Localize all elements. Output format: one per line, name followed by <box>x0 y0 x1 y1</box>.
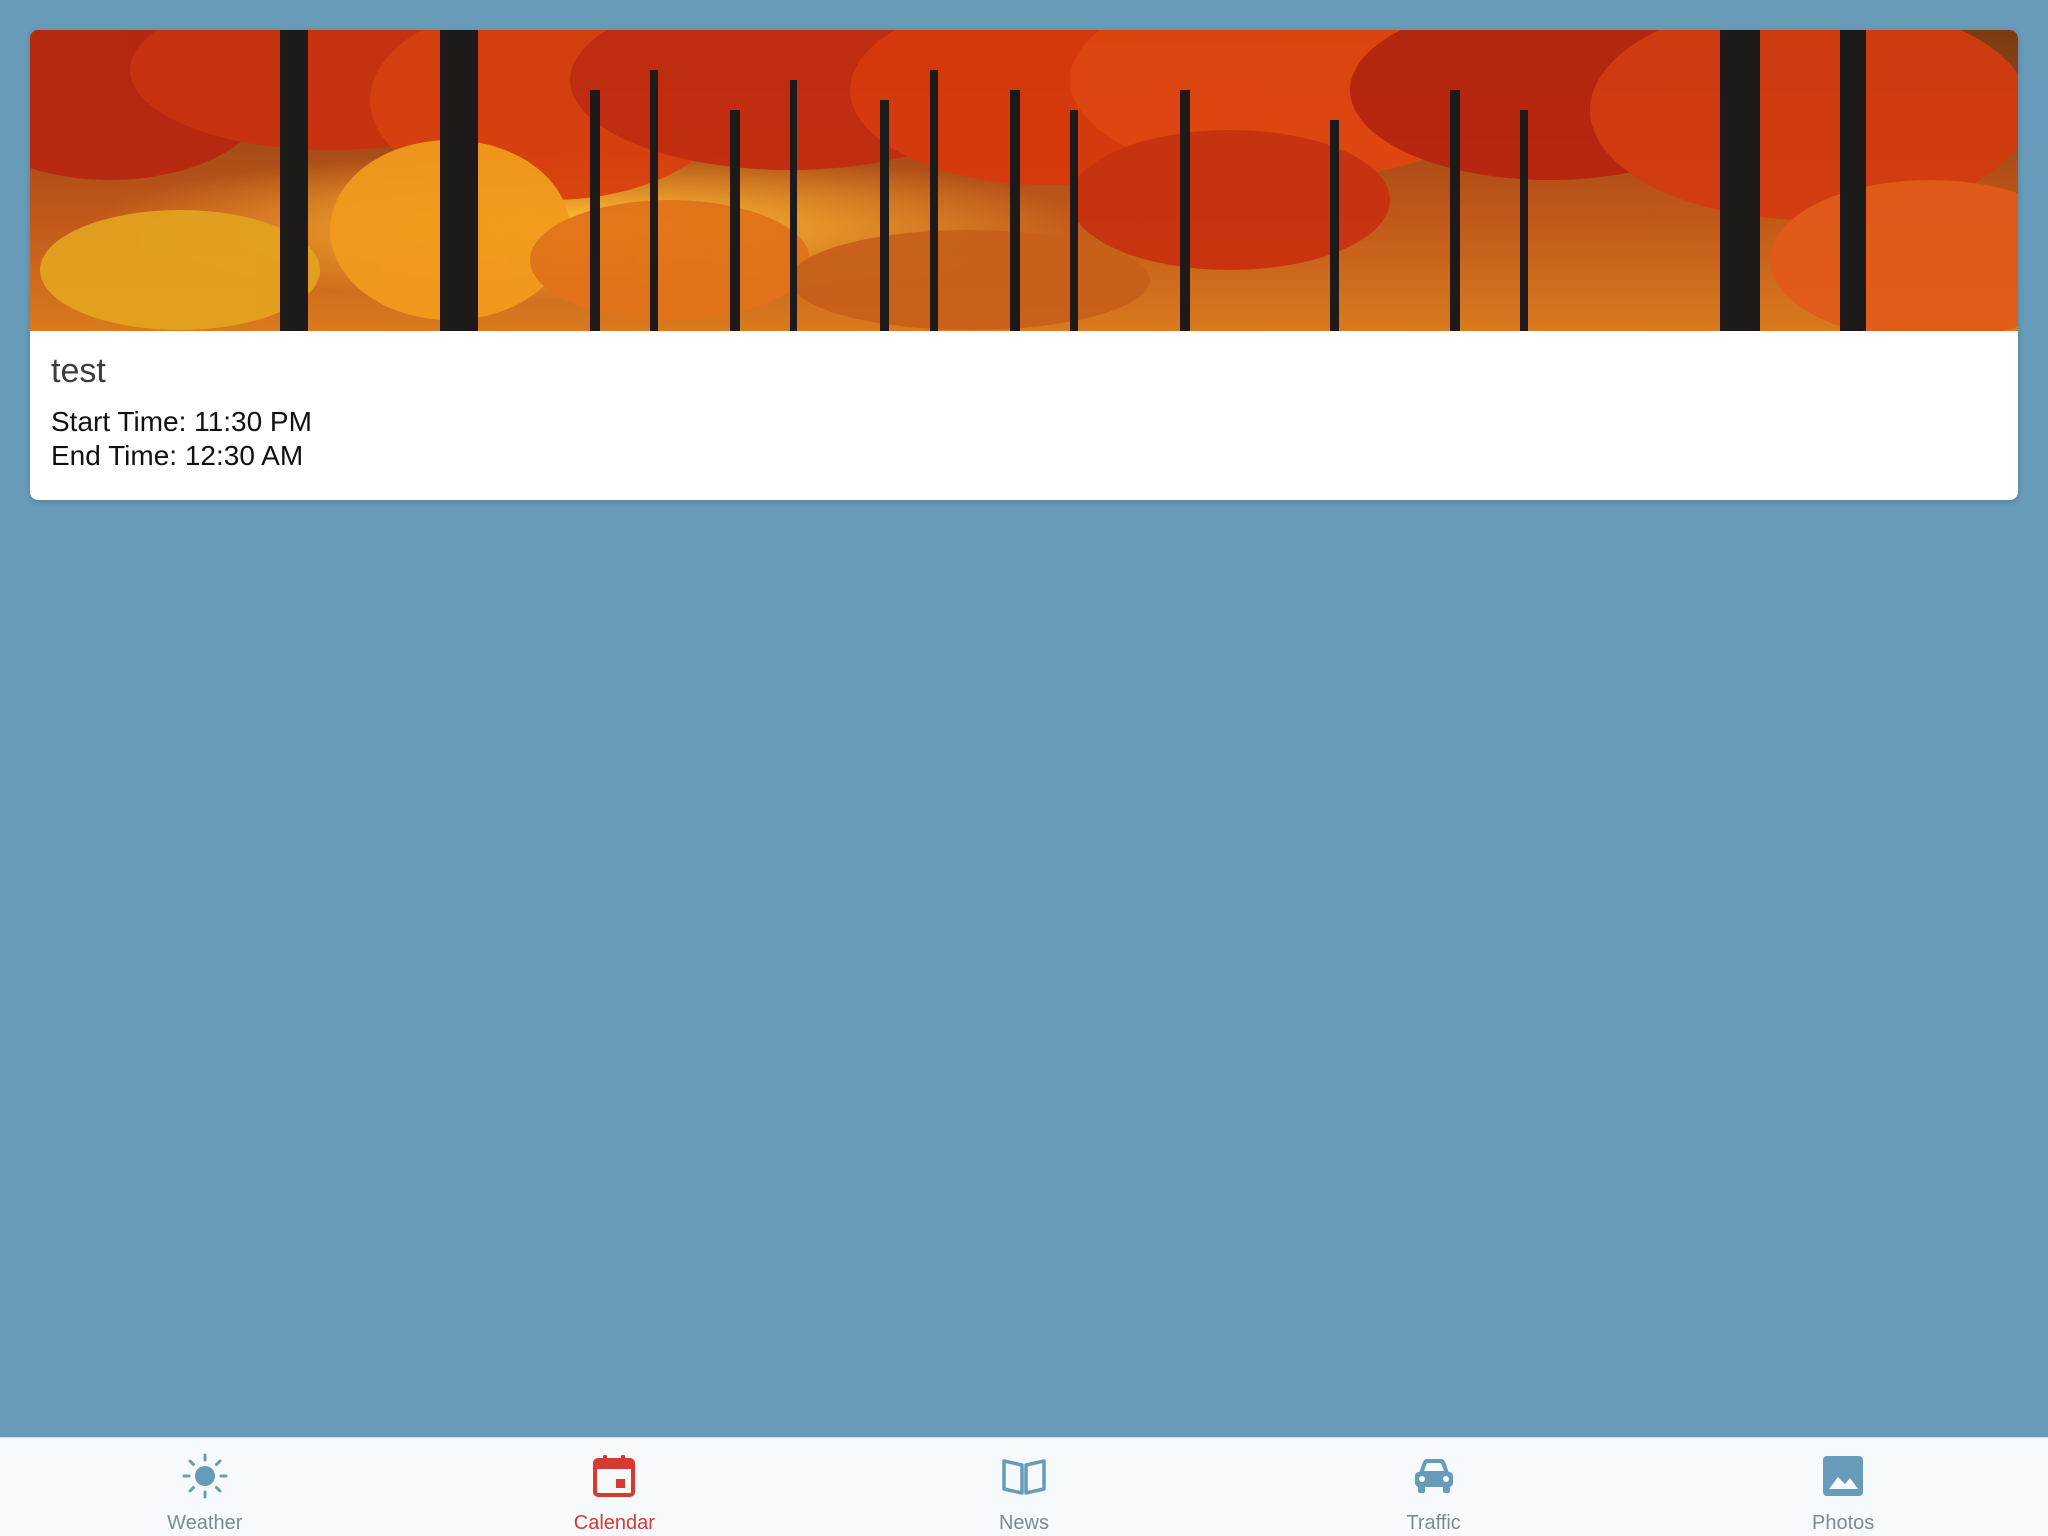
event-end-time: End Time: 12:30 AM <box>51 440 304 471</box>
car-icon <box>1406 1448 1462 1504</box>
tab-traffic[interactable]: Traffic <box>1229 1438 1639 1536</box>
sun-icon <box>177 1448 233 1504</box>
calendar-icon <box>586 1448 642 1504</box>
book-icon <box>996 1448 1052 1504</box>
event-banner-image <box>30 30 2018 331</box>
event-card[interactable]: test Start Time: 11:30 PM End Time: 12:3… <box>30 30 2018 500</box>
tab-weather[interactable]: Weather <box>0 1438 410 1536</box>
tab-bar: Weather Calendar News Traffic Photos <box>0 1437 2048 1536</box>
tab-calendar[interactable]: Calendar <box>410 1438 820 1536</box>
tab-news-label: News <box>998 1512 1049 1534</box>
tab-news[interactable]: News <box>819 1438 1229 1536</box>
tab-weather-label: Weather <box>167 1512 243 1534</box>
tab-photos[interactable]: Photos <box>1638 1438 2048 1536</box>
tab-photos-label: Photos <box>1812 1512 1875 1534</box>
tab-traffic-label: Traffic <box>1406 1512 1461 1534</box>
tab-calendar-label: Calendar <box>573 1512 655 1534</box>
event-start-time: Start Time: 11:30 PM <box>51 406 312 437</box>
event-title: test <box>51 352 106 390</box>
image-icon <box>1815 1448 1871 1504</box>
calendar-screen: test Start Time: 11:30 PM End Time: 12:3… <box>0 0 2048 1536</box>
